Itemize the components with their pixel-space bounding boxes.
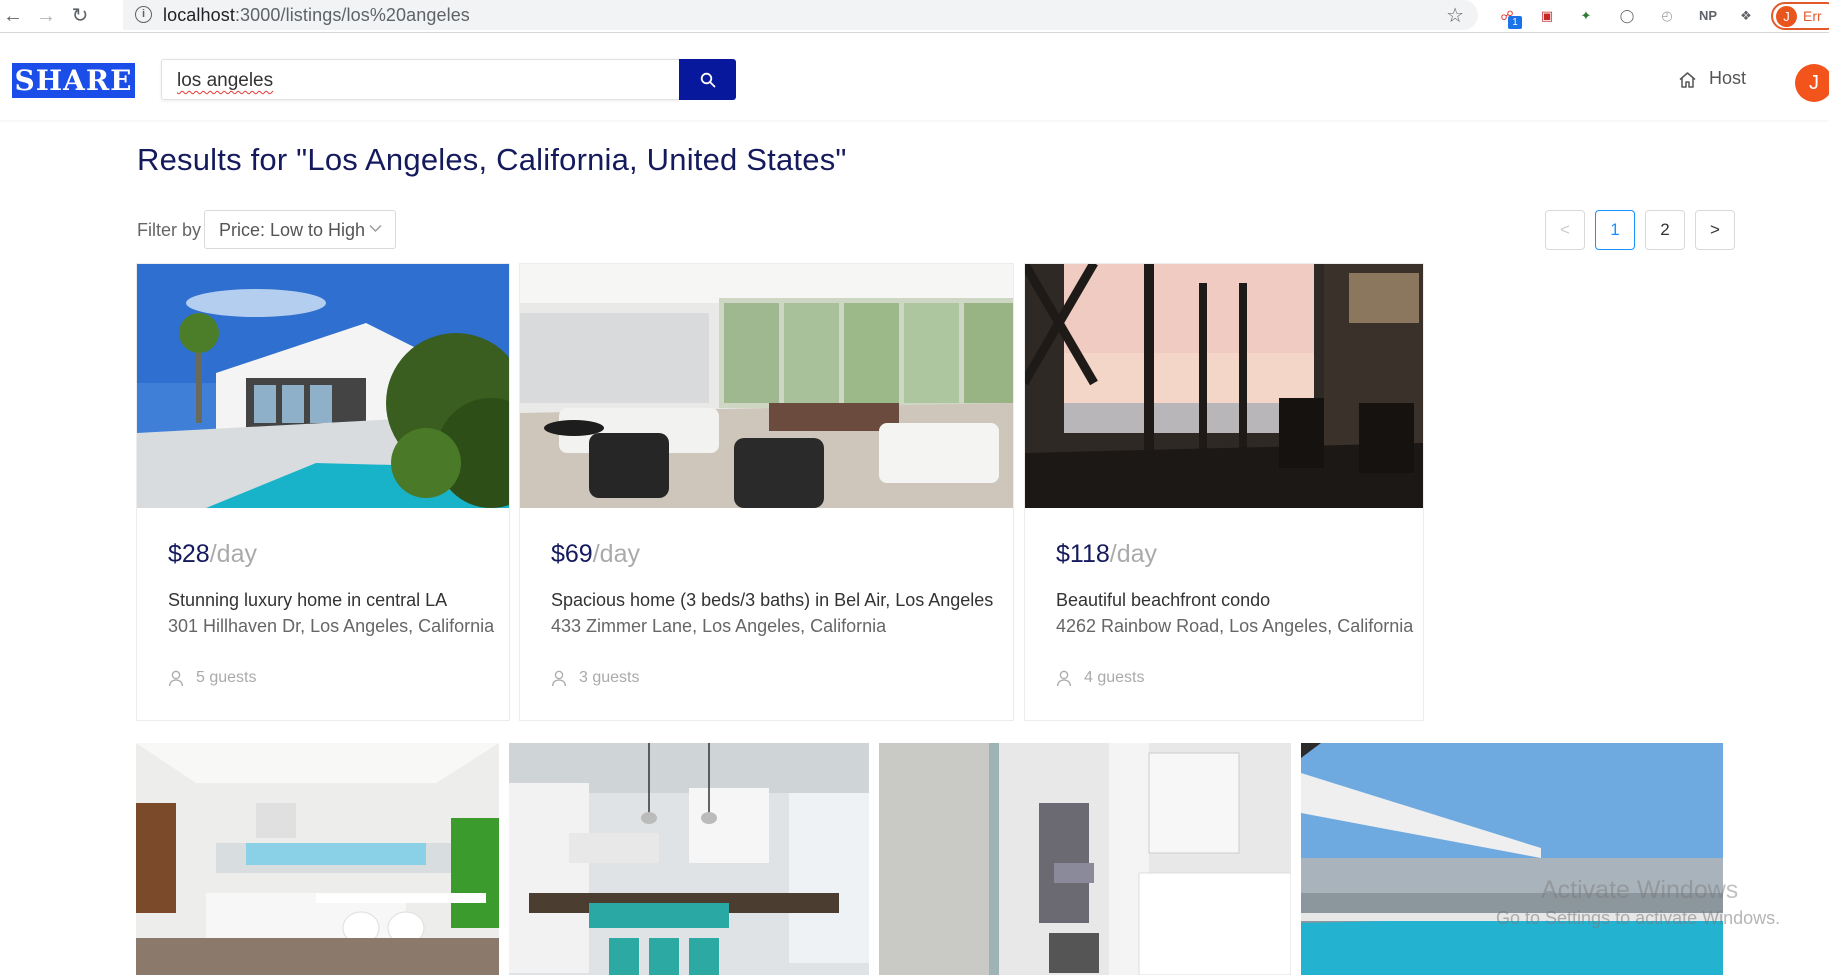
pagination-prev-button[interactable]: < <box>1545 210 1585 250</box>
listing-address: 4262 Rainbow Road, Los Angeles, Californ… <box>1056 616 1414 636</box>
extension-circle-icon[interactable]: ◯ <box>1616 5 1638 27</box>
extensions-puzzle-icon[interactable]: ❖ <box>1735 5 1757 27</box>
browser-profile-button[interactable]: J Err <box>1771 2 1829 30</box>
listing-price: $118/day <box>1056 540 1158 568</box>
listing-title[interactable]: Spacious home (3 beds/3 baths) in Bel Ai… <box>551 590 993 611</box>
user-avatar[interactable]: J <box>1795 64 1829 102</box>
listing-title[interactable]: Beautiful beachfront condo <box>1056 590 1270 611</box>
reload-icon[interactable]: ↻ <box>67 3 93 29</box>
chevron-down-icon <box>369 225 382 232</box>
price-filter-value: Price: Low to High <box>219 220 366 240</box>
browser-toolbar: ← → ↻ i localhost:3000/listings/los%20an… <box>0 0 1829 33</box>
search-icon <box>700 72 716 88</box>
app-header: SHARE los angeles Host J <box>0 34 1829 120</box>
pagination-next-button[interactable]: > <box>1695 210 1735 250</box>
listing-title[interactable]: Stunning luxury home in central LA <box>168 590 447 611</box>
profile-avatar: J <box>1776 6 1797 27</box>
kitchen-island-icon[interactable] <box>509 743 869 975</box>
home-icon <box>1679 72 1696 88</box>
user-icon <box>168 670 184 687</box>
search-bar: los angeles <box>161 59 736 100</box>
site-info-icon[interactable]: i <box>135 6 152 23</box>
extension-color-icon[interactable]: ✦ <box>1575 5 1597 27</box>
search-button[interactable] <box>679 59 736 100</box>
bathroom-icon[interactable] <box>879 743 1291 975</box>
os-activation-watermark: Activate Windows <box>1541 876 1739 904</box>
pagination-page-2[interactable]: 2 <box>1645 210 1685 250</box>
address-bar-url[interactable]: localhost:3000/listings/los%20angeles <box>163 5 470 26</box>
hillside-pool-house-icon[interactable] <box>1301 743 1723 975</box>
price-filter-select[interactable]: Price: Low to High <box>204 210 396 249</box>
user-icon <box>551 670 567 687</box>
listing-card[interactable]: $118/day Beautiful beachfront condo 4262… <box>1024 263 1424 721</box>
listing-price: $69/day <box>551 540 640 568</box>
listing-card[interactable]: $69/day Spacious home (3 beds/3 baths) i… <box>519 263 1014 721</box>
search-input[interactable]: los angeles <box>161 59 680 100</box>
search-input-value: los angeles <box>177 70 274 91</box>
listing-address: 301 Hillhaven Dr, Los Angeles, Californi… <box>168 616 495 636</box>
user-icon <box>1056 670 1072 687</box>
white-modern-house-pool-icon <box>137 264 509 508</box>
extension-badge: 1 <box>1508 16 1522 29</box>
extension-pocket-icon[interactable]: ▣ <box>1536 5 1558 27</box>
os-activation-hint: Go to Settings to activate Windows. <box>1496 908 1781 928</box>
host-label: Host <box>1709 68 1747 88</box>
page-title: Results for "Los Angeles, California, Un… <box>137 142 847 177</box>
pagination-page-1[interactable]: 1 <box>1595 210 1635 250</box>
listing-price: $28/day <box>168 540 257 568</box>
bookmark-star-icon[interactable]: ☆ <box>1446 3 1464 28</box>
listing-card[interactable]: $28/day Stunning luxury home in central … <box>136 263 510 721</box>
filter-label: Filter by <box>137 220 202 240</box>
ocean-sunset-room-icon <box>1025 264 1423 508</box>
address-bar[interactable]: i localhost:3000/listings/los%20angeles … <box>123 0 1478 30</box>
profile-error-label: Err <box>1803 8 1822 24</box>
listing-address: 433 Zimmer Lane, Los Angeles, California <box>551 616 887 636</box>
share-logo[interactable]: SHARE <box>12 63 135 98</box>
back-arrow-icon[interactable]: ← <box>0 3 26 29</box>
white-kitchen-icon[interactable] <box>136 743 499 975</box>
living-room-icon <box>520 264 1013 508</box>
forward-arrow-icon[interactable]: → <box>33 3 59 29</box>
extension-timer-icon[interactable]: ◴ <box>1656 5 1678 27</box>
extension-np-icon[interactable]: NP <box>1694 5 1722 27</box>
